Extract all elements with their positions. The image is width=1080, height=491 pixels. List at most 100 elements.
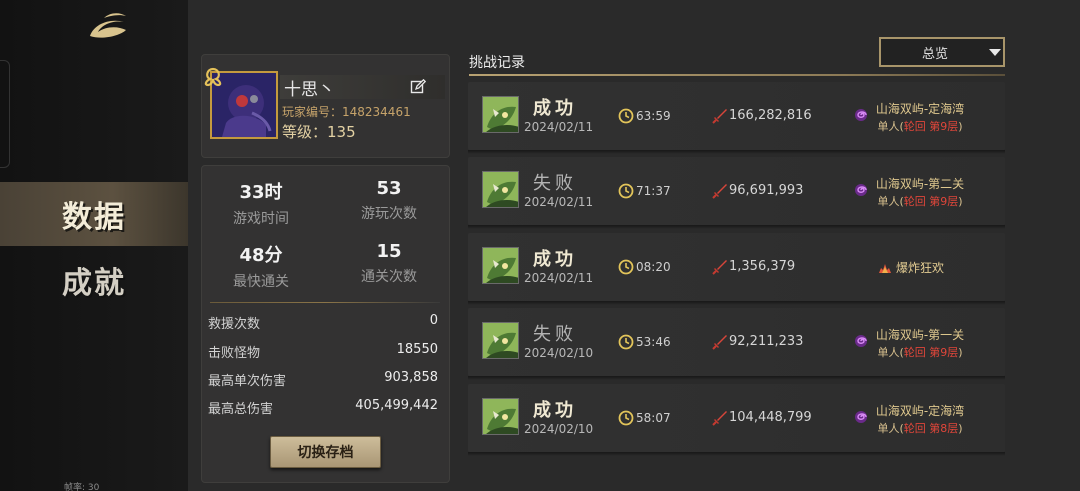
result-label: 失败	[533, 173, 577, 194]
records-filter-dropdown[interactable]: 总览	[879, 37, 1005, 67]
stat-value: 53	[376, 178, 402, 199]
player-id: 玩家编号：148234461	[282, 105, 411, 119]
clear-time: 71:37	[636, 184, 671, 198]
stat-play-count: 53 游玩次数	[334, 178, 444, 223]
boss-image	[483, 399, 518, 434]
record-row[interactable]: 失败 2024/02/11 71:37 96,691,993 山海双屿-第二关 单人(轮回…	[468, 157, 1005, 229]
mode-label: 单人(轮回 第9层)	[870, 344, 970, 360]
mode-label: 单人(轮回 第9层)	[870, 193, 970, 209]
result-label: 成功	[533, 400, 577, 421]
mode-suffix: )	[958, 120, 963, 133]
sidebar: 数据 成就 帧率: 30	[0, 0, 188, 491]
mode-label: 单人(轮回 第9层)	[870, 118, 970, 134]
sword-icon	[712, 109, 727, 124]
boss-portrait	[482, 398, 519, 435]
stat-row-value: 405,499,442	[355, 398, 438, 413]
stat-row-rescues: 救援次数 0	[208, 313, 438, 332]
record-row[interactable]: 成功 2024/02/10 58:07 104,448,799 山海双屿-定海湾 单人(轮…	[468, 384, 1005, 456]
stat-fastest-clear: 48分 最快通关	[206, 241, 316, 291]
mode-prefix: 单人(	[877, 195, 904, 208]
knot-badge-icon	[204, 67, 222, 87]
player-card: 十思丶 玩家编号：148234461 等级：135	[201, 54, 450, 158]
stat-label: 游玩次数	[361, 206, 417, 222]
mode-suffix: )	[958, 346, 963, 359]
row-shadow	[468, 301, 1005, 305]
stat-label: 最快通关	[233, 274, 289, 290]
stat-row-monsters-defeated: 击败怪物 18550	[208, 342, 438, 361]
record-date: 2024/02/11	[524, 195, 594, 209]
stat-value: 48分	[239, 245, 283, 266]
clock-icon	[618, 183, 634, 199]
total-damage: 1,356,379	[729, 259, 796, 274]
record-row[interactable]: 成功 2024/02/11 08:20 1,356,379 爆炸狂欢	[468, 233, 1005, 305]
stat-row-label: 救援次数	[208, 317, 261, 332]
swirl-icon	[855, 184, 867, 196]
boss-image	[483, 97, 518, 132]
record-row[interactable]: 成功 2024/02/11 63:59 166,282,816 山海双屿-定海湾 单人(轮…	[468, 82, 1005, 154]
nav-tab-achievements[interactable]: 成就	[0, 248, 188, 312]
record-row[interactable]: 失败 2024/02/10 53:46 92,211,233 山海双屿-第一关 单人(轮回…	[468, 308, 1005, 380]
dropdown-selected: 总览	[921, 46, 948, 62]
mode-difficulty: 轮回 第9层	[903, 195, 959, 208]
divider	[210, 302, 440, 303]
stage-name: 山海双屿-第一关	[875, 328, 965, 342]
result-label: 成功	[533, 98, 577, 119]
total-damage: 92,211,233	[729, 334, 804, 349]
stats-card: 33时 游戏时间 53 游玩次数 48分 最快通关 15 通关次数 救援次数 0…	[201, 165, 450, 483]
stat-label: 通关次数	[361, 269, 417, 285]
fps-counter: 帧率: 30	[64, 483, 100, 491]
record-date: 2024/02/10	[524, 422, 594, 436]
player-name: 十思丶	[284, 80, 335, 100]
mode-difficulty: 轮回 第8层	[903, 422, 959, 435]
stat-row-label: 最高单次伤害	[208, 374, 287, 389]
boss-portrait	[482, 247, 519, 284]
stat-clear-count: 15 通关次数	[334, 241, 444, 286]
swirl-icon	[855, 109, 867, 121]
stat-row-label: 击败怪物	[208, 346, 261, 361]
mode-label: 单人(轮回 第8层)	[870, 420, 970, 436]
clock-icon	[618, 410, 634, 426]
stage-name: 山海双屿-定海湾	[875, 404, 965, 418]
total-damage: 166,282,816	[729, 108, 812, 123]
nav-tab-data[interactable]: 数据	[0, 182, 188, 246]
record-date: 2024/02/11	[524, 271, 594, 285]
title-underline	[469, 74, 1005, 76]
row-shadow	[468, 150, 1005, 154]
edit-icon[interactable]	[410, 79, 426, 95]
mode-difficulty: 轮回 第9层	[903, 346, 959, 359]
stat-value: 15	[376, 241, 402, 262]
stat-row-value: 903,858	[384, 370, 438, 385]
boss-portrait	[482, 96, 519, 133]
row-shadow	[468, 452, 1005, 456]
switch-save-button[interactable]: 切换存档	[270, 436, 381, 468]
stat-play-time: 33时 游戏时间	[206, 178, 316, 228]
mode-suffix: )	[958, 422, 963, 435]
stat-row-max-single-damage: 最高单次伤害 903,858	[208, 370, 438, 389]
mode-suffix: )	[958, 195, 963, 208]
record-date: 2024/02/10	[524, 346, 594, 360]
clock-icon	[618, 108, 634, 124]
mode-prefix: 单人(	[877, 346, 904, 359]
clear-time: 08:20	[636, 260, 671, 274]
row-shadow	[468, 376, 1005, 380]
stat-row-max-total-damage: 最高总伤害 405,499,442	[208, 398, 438, 417]
clock-icon	[618, 334, 634, 350]
mode-prefix: 单人(	[877, 422, 904, 435]
stat-row-value: 18550	[396, 342, 438, 357]
stat-label: 游戏时间	[233, 211, 289, 227]
result-label: 失败	[533, 324, 577, 345]
event-text: 爆炸狂欢	[896, 261, 945, 275]
records-title: 挑战记录	[469, 55, 525, 71]
boss-image	[483, 248, 518, 283]
stat-row-label: 最高总伤害	[208, 402, 274, 417]
caret-down-icon	[989, 48, 1001, 56]
event-label: 爆炸狂欢	[878, 259, 944, 276]
boss-portrait	[482, 171, 519, 208]
stage-name: 山海双屿-第二关	[875, 177, 965, 191]
mode-difficulty: 轮回 第9层	[903, 120, 959, 133]
clear-time: 58:07	[636, 411, 671, 425]
mode-prefix: 单人(	[877, 120, 904, 133]
stat-row-value: 0	[429, 313, 438, 328]
total-damage: 96,691,993	[729, 183, 804, 198]
record-date: 2024/02/11	[524, 120, 594, 134]
